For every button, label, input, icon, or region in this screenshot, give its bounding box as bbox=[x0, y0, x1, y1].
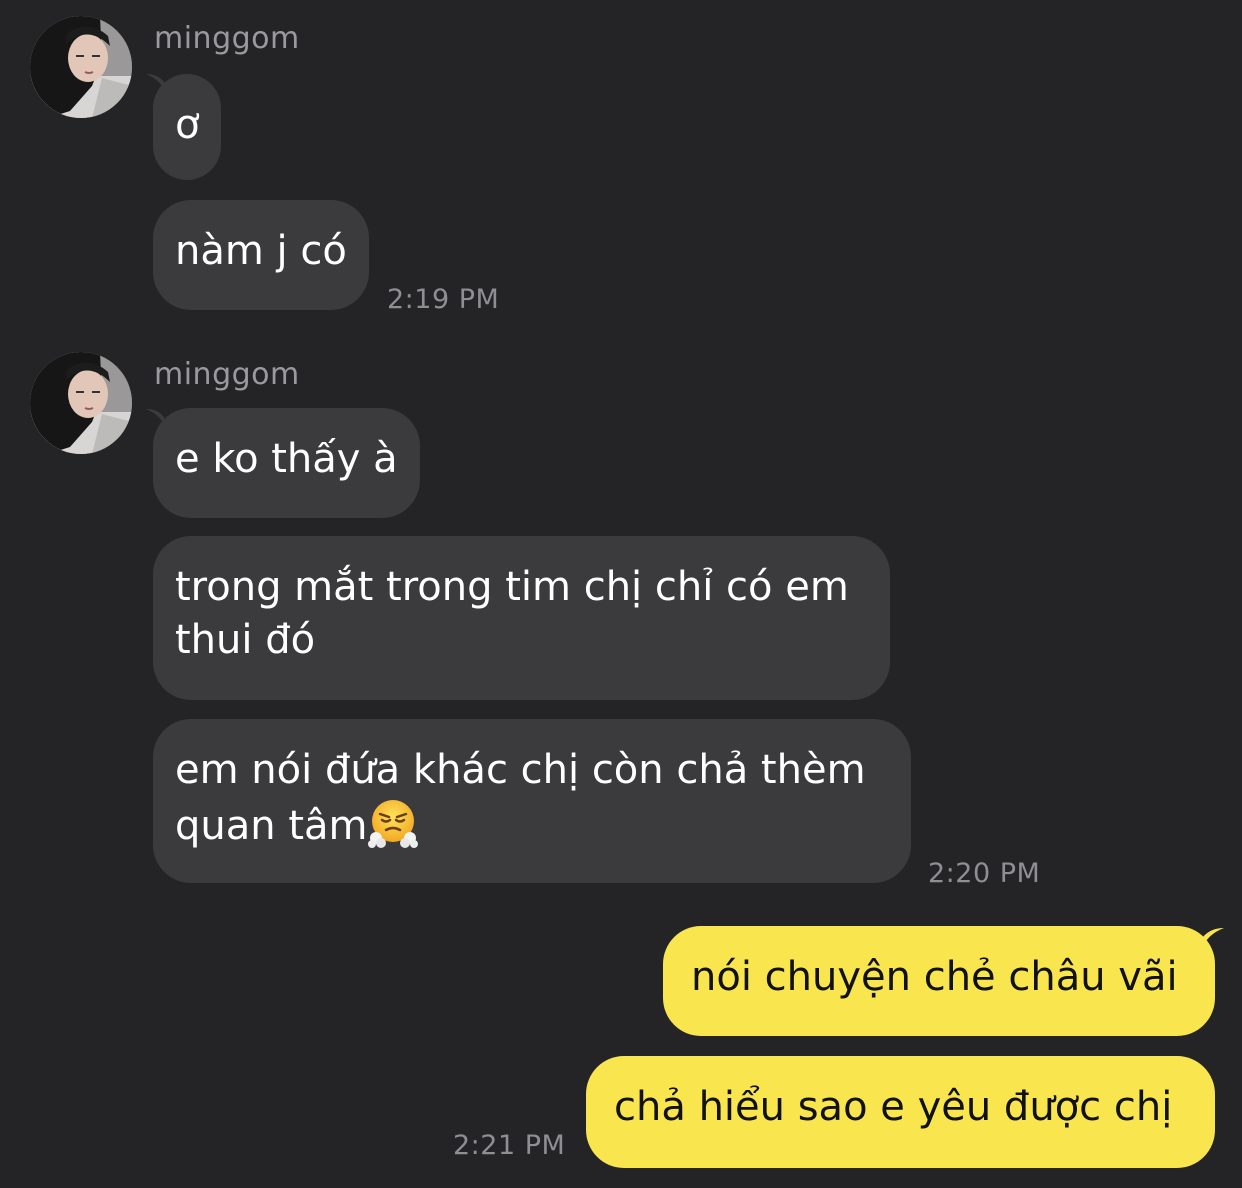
message-text-line: em nói đứa khác chị còn chả thèm bbox=[175, 747, 866, 793]
avatar[interactable] bbox=[30, 352, 132, 454]
message-text: nói chuyện chẻ châu vãi bbox=[691, 954, 1178, 1000]
message-bubble[interactable]: nói chuyện chẻ châu vãi bbox=[663, 926, 1215, 1036]
sender-name: minggom bbox=[154, 21, 300, 56]
message-bubble[interactable]: chả hiểu sao e yêu được chị bbox=[586, 1056, 1215, 1168]
message-bubble[interactable]: trong mắt trong tim chị chỉ có em thui đ… bbox=[153, 536, 890, 700]
message-text: ơ bbox=[175, 102, 200, 148]
message-bubble[interactable]: em nói đứa khác chị còn chả thèm quan tâ… bbox=[153, 719, 911, 883]
message-bubble[interactable]: nàm j có bbox=[153, 200, 369, 310]
sender-name: minggom bbox=[154, 357, 300, 392]
message-text: chả hiểu sao e yêu được chị bbox=[614, 1084, 1173, 1130]
message-timestamp: 2:21 PM bbox=[453, 1130, 566, 1161]
message-text: nàm j có bbox=[175, 228, 347, 274]
message-text-line: thui đó bbox=[175, 617, 316, 663]
message-bubble[interactable]: e ko thấy à bbox=[153, 408, 420, 518]
face-with-steam-from-nose-icon bbox=[368, 800, 419, 848]
message-text-line: quan tâm bbox=[175, 803, 368, 849]
avatar-photo bbox=[30, 16, 132, 118]
message-timestamp: 2:20 PM bbox=[928, 858, 1041, 889]
message-timestamp: 2:19 PM bbox=[387, 284, 500, 315]
avatar-photo bbox=[30, 352, 132, 454]
message-bubble[interactable]: ơ bbox=[153, 74, 222, 180]
message-text-line: trong mắt trong tim chị chỉ có em bbox=[175, 564, 849, 610]
avatar[interactable] bbox=[30, 16, 132, 118]
message-text: e ko thấy à bbox=[175, 436, 398, 482]
